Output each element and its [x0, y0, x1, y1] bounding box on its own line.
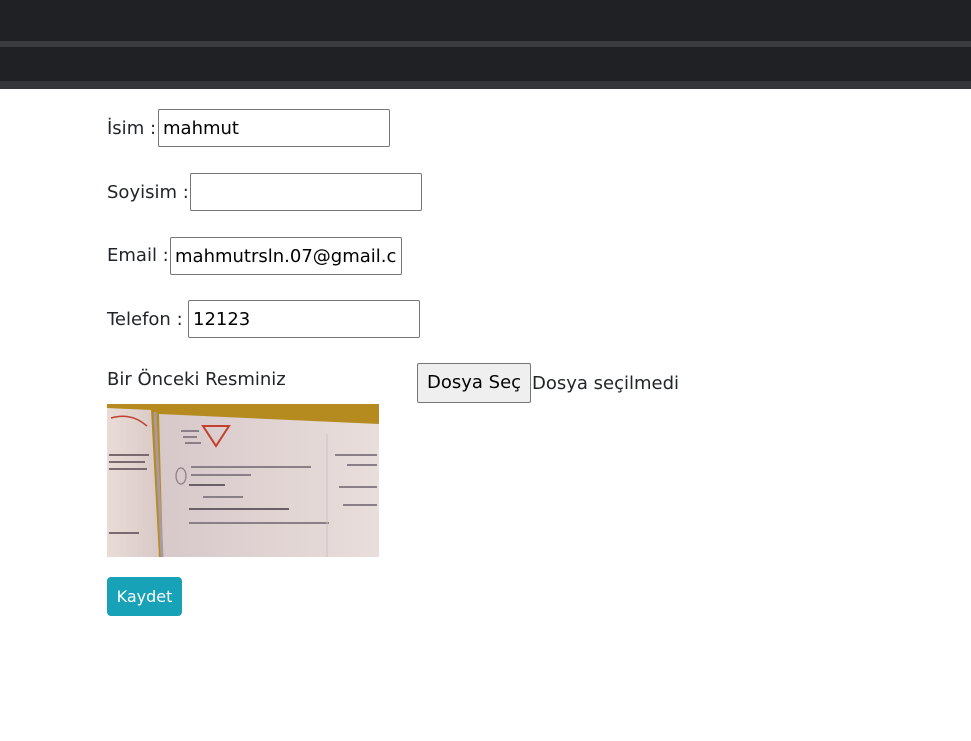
previous-image	[107, 404, 379, 557]
previous-image-photo	[107, 404, 379, 557]
surname-label: Soyisim :	[107, 182, 189, 203]
save-button[interactable]: Kaydet	[107, 577, 182, 616]
phone-label: Telefon :	[107, 309, 183, 330]
chrome-divider-top	[0, 41, 971, 47]
previous-image-label: Bir Önceki Resminiz	[107, 369, 286, 390]
name-label: İsim :	[107, 118, 157, 139]
surname-input[interactable]	[190, 173, 422, 211]
name-input[interactable]	[158, 109, 390, 147]
phone-input[interactable]	[188, 300, 420, 338]
email-input[interactable]	[170, 237, 402, 275]
choose-file-button[interactable]: Dosya Seç	[417, 363, 532, 403]
browser-chrome-bar	[0, 0, 971, 89]
file-status-text: Dosya seçilmedi	[532, 373, 680, 394]
email-label: Email :	[107, 245, 169, 266]
chrome-divider-bottom	[0, 81, 971, 89]
